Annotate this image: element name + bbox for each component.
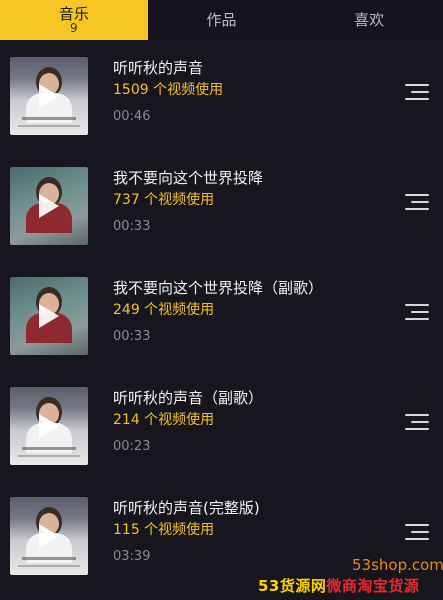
tab-works-label: 作品 xyxy=(206,11,237,29)
music-list-item[interactable]: 听听秋的声音（副歌） 214 个视频使用 00:23 xyxy=(0,370,443,480)
song-cover[interactable] xyxy=(10,57,88,135)
play-icon[interactable] xyxy=(39,84,59,108)
song-title: 听听秋的声音 xyxy=(113,59,204,77)
menu-lines-icon[interactable] xyxy=(405,194,429,212)
watermark-banner: 53货源网微商淘宝货源 xyxy=(258,575,419,597)
song-usage-count: 1509 个视频使用 xyxy=(113,82,224,98)
tab-music-label: 音乐 xyxy=(58,4,89,23)
song-cover[interactable] xyxy=(10,497,88,575)
menu-lines-icon[interactable] xyxy=(405,414,429,432)
play-icon[interactable] xyxy=(39,524,59,548)
watermark-banner-suffix: 微商淘宝货源 xyxy=(326,577,420,595)
play-icon[interactable] xyxy=(39,304,59,328)
music-list-item[interactable]: 我不要向这个世界投降 737 个视频使用 00:33 xyxy=(0,150,443,260)
song-duration: 00:33 xyxy=(113,329,151,344)
song-duration: 03:39 xyxy=(113,549,151,564)
play-icon[interactable] xyxy=(39,194,59,218)
song-usage-count: 249 个视频使用 xyxy=(113,302,215,318)
song-title: 听听秋的声音(完整版) xyxy=(113,499,260,517)
music-list-item[interactable]: 我不要向这个世界投降（副歌） 249 个视频使用 00:33 xyxy=(0,260,443,370)
play-icon[interactable] xyxy=(39,414,59,438)
tab-works[interactable]: 作品 xyxy=(148,0,296,40)
menu-lines-icon[interactable] xyxy=(405,524,429,542)
song-title: 我不要向这个世界投降（副歌） xyxy=(113,279,324,297)
song-usage-count: 115 个视频使用 xyxy=(113,522,215,538)
song-title: 听听秋的声音（副歌） xyxy=(113,389,264,407)
song-duration: 00:23 xyxy=(113,439,151,454)
tab-likes[interactable]: 喜欢 xyxy=(295,0,443,40)
tab-likes-label: 喜欢 xyxy=(354,11,385,29)
song-duration: 00:46 xyxy=(113,109,151,124)
song-title: 我不要向这个世界投降 xyxy=(113,169,264,187)
song-cover[interactable] xyxy=(10,277,88,355)
song-usage-count: 737 个视频使用 xyxy=(113,192,215,208)
tab-music-count: 9 xyxy=(70,20,78,35)
tab-music[interactable]: 音乐 9 xyxy=(0,0,148,40)
song-cover[interactable] xyxy=(10,387,88,465)
music-list-item[interactable]: 听听秋的声音 1509 个视频使用 00:46 xyxy=(0,40,443,150)
song-duration: 00:33 xyxy=(113,219,151,234)
song-cover[interactable] xyxy=(10,167,88,245)
song-usage-count: 214 个视频使用 xyxy=(113,412,215,428)
watermark-site: 53shop.com xyxy=(352,556,443,574)
watermark-banner-prefix: 53货源网 xyxy=(258,577,327,595)
menu-lines-icon[interactable] xyxy=(405,304,429,322)
tab-bar: 音乐 9 作品 喜欢 xyxy=(0,0,443,40)
menu-lines-icon[interactable] xyxy=(405,84,429,102)
